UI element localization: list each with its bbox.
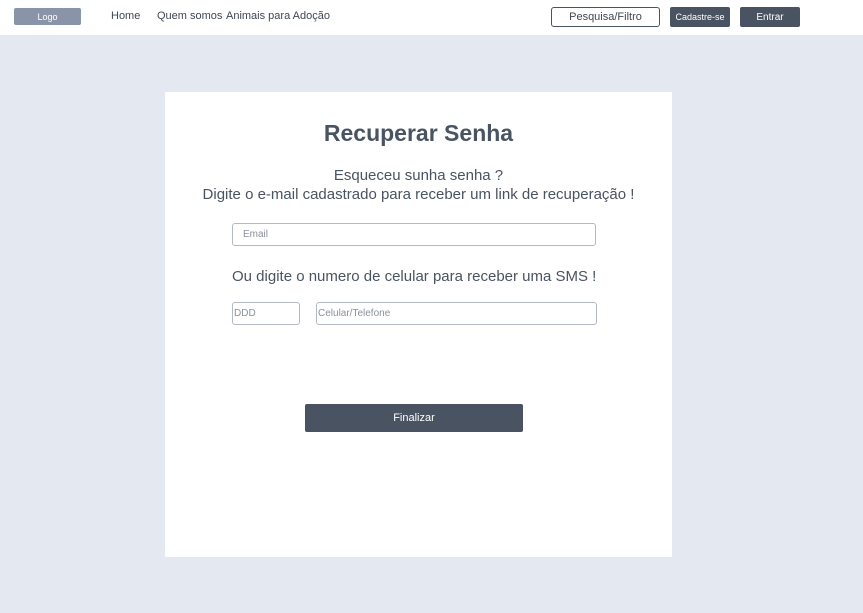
finish-button[interactable]: Finalizar <box>305 404 523 432</box>
email-instructions: Digite o e-mail cadastrado para receber … <box>202 186 635 203</box>
form-subtitle: Esqueceu sunha senha ? <box>333 167 504 184</box>
search-filter-button[interactable]: Pesquisa/Filtro <box>551 7 660 27</box>
ddd-field[interactable] <box>232 302 300 325</box>
page-title: Recuperar Senha <box>323 120 514 146</box>
sms-instructions: Ou digite o numero de celular para receb… <box>232 268 597 285</box>
recover-password-card: Recuperar Senha Esqueceu sunha senha ? D… <box>165 92 672 557</box>
top-navigation-bar: Logo Home Quem somos Animais para Adoção… <box>0 0 863 35</box>
phone-field[interactable] <box>316 302 597 325</box>
email-field[interactable] <box>232 223 596 246</box>
logo[interactable]: Logo <box>14 8 81 25</box>
nav-link-about[interactable]: Quem somos <box>157 10 222 22</box>
login-button[interactable]: Entrar <box>740 7 800 27</box>
nav-link-animals[interactable]: Animais para Adoção <box>226 10 330 22</box>
signup-button[interactable]: Cadastre-se <box>670 7 730 27</box>
nav-link-home[interactable]: Home <box>111 10 140 22</box>
